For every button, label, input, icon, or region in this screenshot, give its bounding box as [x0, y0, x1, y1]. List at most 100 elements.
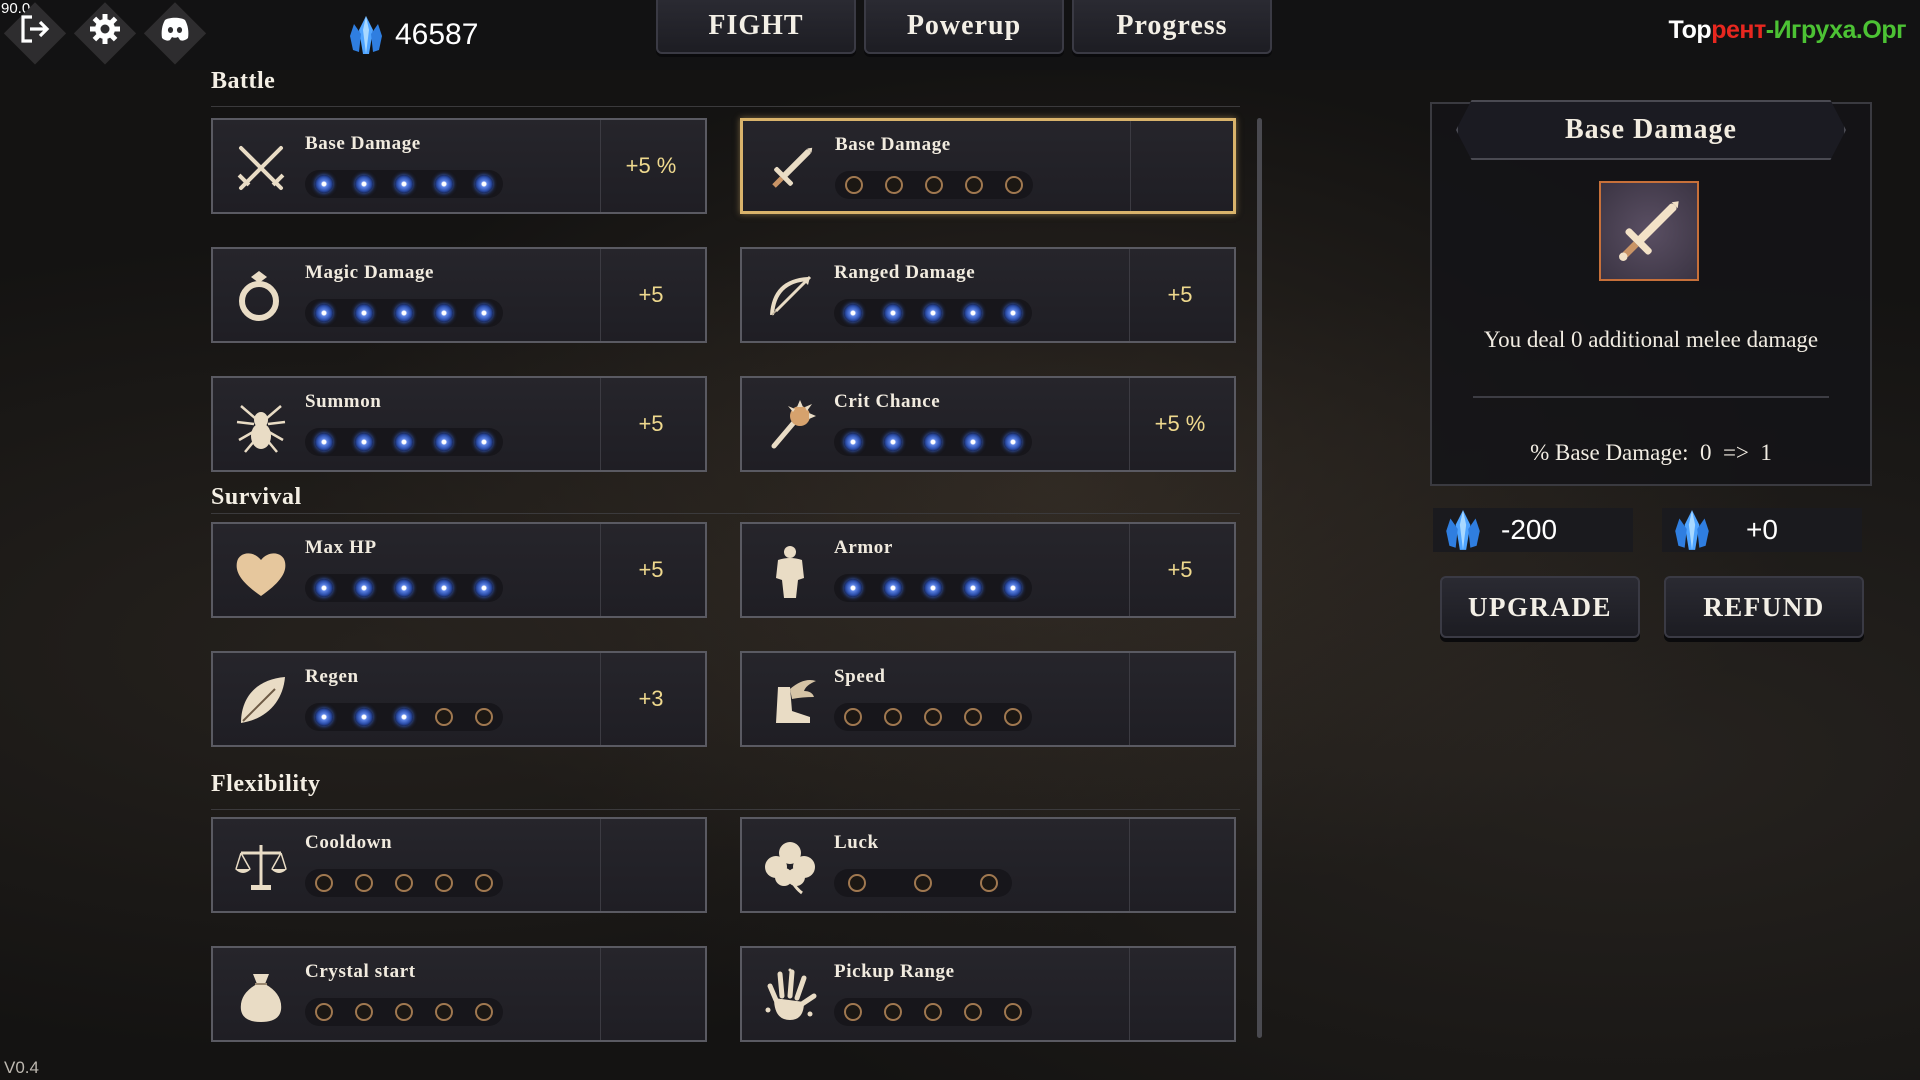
upgrade-level-pips: [305, 869, 503, 897]
level-pip-empty: [914, 874, 932, 892]
upgrade-list-scrollbar[interactable]: [1257, 118, 1262, 1038]
upgrade-level-pips: [305, 170, 503, 198]
level-pip-filled: [395, 175, 413, 193]
detail-separator: [1473, 396, 1829, 398]
discord-icon[interactable]: [148, 2, 202, 56]
upgrade-cost: -200: [1433, 508, 1633, 552]
tab-powerup[interactable]: Powerup: [864, 0, 1064, 54]
detail-stat: % Base Damage: 0 => 1: [1530, 440, 1772, 465]
detail-description: You deal 0 additional melee damage: [1483, 327, 1819, 352]
watermark-part: .Орг: [1855, 16, 1907, 44]
upgrade-name: Armor: [834, 537, 893, 558]
upgrade-level-pips: [834, 574, 1032, 602]
level-pip-empty: [924, 1003, 942, 1021]
upgrade-card[interactable]: Crit Chance +5 %: [740, 376, 1236, 472]
upgrade-bonus: [597, 819, 705, 911]
level-pip-empty: [844, 708, 862, 726]
upgrade-card[interactable]: Speed: [740, 651, 1236, 747]
level-pip-empty: [885, 176, 903, 194]
upgrade-bonus: +5: [638, 282, 664, 307]
level-pip-empty: [1004, 708, 1022, 726]
upgrade-card[interactable]: Cooldown: [211, 817, 707, 913]
site-watermark: Торрент-Игруха.Орг: [1668, 16, 1906, 45]
section-divider: [211, 106, 1240, 107]
scales-icon: [231, 837, 291, 897]
level-pip-filled: [315, 579, 333, 597]
level-pip-empty: [884, 1003, 902, 1021]
main-tabs: FIGHT Powerup Progress: [656, 0, 1272, 54]
upgrade-level-pips: [834, 703, 1032, 731]
upgrade-bonus: [1125, 121, 1233, 211]
upgrade-card[interactable]: Crystal start: [211, 946, 707, 1042]
upgrade-name: Ranged Damage: [834, 262, 976, 283]
refund-button[interactable]: REFUND: [1664, 576, 1864, 638]
upgrade-card[interactable]: Armor +5: [740, 522, 1236, 618]
upgrade-card[interactable]: Base Damage +5 %: [211, 118, 707, 214]
upgrade-card[interactable]: Luck: [740, 817, 1236, 913]
detail-title: Base Damage: [1456, 100, 1846, 160]
upgrade-name: Luck: [834, 832, 879, 853]
upgrade-bonus: [1126, 819, 1234, 911]
version-label: V0.4: [4, 1058, 39, 1077]
upgrade-name: Base Damage: [305, 133, 421, 154]
level-pip-filled: [475, 579, 493, 597]
upgrade-card[interactable]: Base Damage: [740, 118, 1236, 214]
crystal-count: 46587: [395, 18, 479, 51]
level-pip-empty: [355, 1003, 373, 1021]
upgrade-button[interactable]: UPGRADE: [1440, 576, 1640, 638]
level-pip-filled: [964, 433, 982, 451]
level-pip-filled: [315, 175, 333, 193]
crystal-icon: [1675, 510, 1709, 550]
level-pip-empty: [884, 708, 902, 726]
upgrade-name: Crystal start: [305, 961, 416, 982]
clover-icon: [760, 837, 820, 897]
level-pip-empty: [435, 708, 453, 726]
level-pip-filled: [1004, 433, 1022, 451]
tab-progress[interactable]: Progress: [1072, 0, 1272, 54]
winged-boot-icon: [760, 671, 820, 731]
level-pip-empty: [980, 874, 998, 892]
watermark-part: рент: [1711, 16, 1766, 44]
watermark-part: Тор: [1668, 16, 1712, 44]
level-pip-filled: [315, 304, 333, 322]
mace-icon: [760, 396, 820, 456]
upgrade-card[interactable]: Max HP +5: [211, 522, 707, 618]
upgrade-card[interactable]: Ranged Damage +5: [740, 247, 1236, 343]
level-pip-filled: [475, 433, 493, 451]
level-pip-empty: [848, 874, 866, 892]
level-pip-filled: [395, 579, 413, 597]
level-pip-filled: [315, 708, 333, 726]
upgrade-bonus: +5: [638, 411, 664, 436]
upgrade-bonus: +3: [638, 686, 664, 711]
heart-icon: [231, 542, 291, 602]
level-pip-filled: [1004, 579, 1022, 597]
upgrade-level-pips: [834, 998, 1032, 1026]
level-pip-filled: [435, 433, 453, 451]
refund-value: +0: [1662, 508, 1862, 552]
level-pip-filled: [355, 579, 373, 597]
level-pip-empty: [315, 1003, 333, 1021]
upgrade-name: Max HP: [305, 537, 377, 558]
level-pip-filled: [924, 304, 942, 322]
upgrade-level-pips: [834, 869, 1012, 897]
upgrade-name: Cooldown: [305, 832, 393, 853]
level-pip-empty: [924, 708, 942, 726]
tab-fight[interactable]: FIGHT: [656, 0, 856, 54]
level-pip-empty: [965, 176, 983, 194]
sword-icon: [761, 139, 821, 199]
gear-icon[interactable]: [78, 2, 132, 56]
bow-icon: [760, 267, 820, 327]
upgrade-name: Summon: [305, 391, 382, 412]
upgrade-card[interactable]: Summon +5: [211, 376, 707, 472]
level-pip-filled: [355, 708, 373, 726]
upgrade-card[interactable]: Pickup Range: [740, 946, 1236, 1042]
upgrade-card[interactable]: Magic Damage +5: [211, 247, 707, 343]
level-pip-filled: [844, 433, 862, 451]
level-pip-filled: [475, 304, 493, 322]
upgrade-bonus: [1126, 948, 1234, 1040]
level-pip-empty: [355, 874, 373, 892]
section-title-survival: Survival: [211, 484, 302, 510]
level-pip-empty: [845, 176, 863, 194]
upgrade-card[interactable]: Regen +3: [211, 651, 707, 747]
exit-icon[interactable]: [8, 2, 62, 56]
